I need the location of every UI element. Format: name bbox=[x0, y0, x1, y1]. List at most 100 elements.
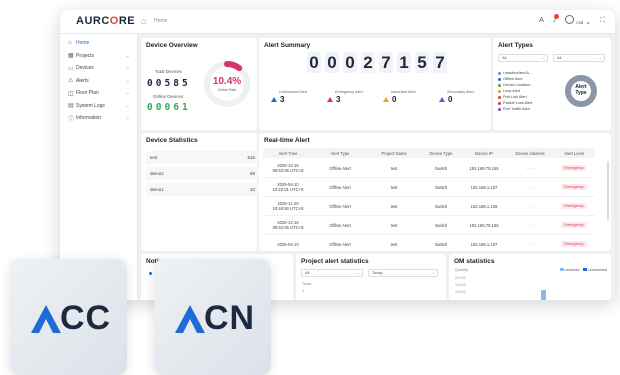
stat-row[interactable]: demo2 69 bbox=[146, 167, 259, 180]
column-header: Device IP bbox=[475, 150, 493, 156]
om-legend: resolved unresolved bbox=[560, 268, 607, 272]
online-devices-value: 00061 bbox=[147, 102, 188, 113]
status-badge: Emergency bbox=[561, 165, 587, 171]
alert-summary-label: Emergency Alert bbox=[335, 90, 363, 94]
alert-types-filter-2[interactable]: All ⌄ bbox=[553, 54, 605, 62]
project-axis-label: Times bbox=[302, 282, 312, 286]
digit: 7 bbox=[379, 52, 393, 73]
stat-row-name: demo2 bbox=[150, 171, 164, 176]
breadcrumb: Home bbox=[154, 18, 168, 24]
project-filter[interactable]: All ⌄ bbox=[301, 269, 363, 277]
stat-row-name: demo1 bbox=[150, 187, 164, 192]
legend-dot bbox=[498, 83, 501, 87]
table-row[interactable]: 2025-11-20 10:46:58 UTC+8 Offline Alert tes… bbox=[263, 197, 595, 216]
period-filter[interactable]: Today ⌄ bbox=[368, 269, 438, 277]
digit: 0 bbox=[343, 52, 357, 73]
cell-device-ip: 192.168.79.155 bbox=[469, 222, 499, 228]
table-row[interactable]: 2025-12-16 09:52:05 UTC+8 Offline Alert tes… bbox=[263, 216, 595, 235]
cell-alert-level: Emergency bbox=[553, 222, 595, 228]
cell-project: test bbox=[390, 165, 398, 171]
acn-tile[interactable]: CN bbox=[154, 259, 271, 375]
info-icon: ⓘ bbox=[68, 116, 75, 123]
digit: 8 bbox=[173, 78, 179, 89]
sidebar-item-projects[interactable]: ▦ Projects ⌄ bbox=[60, 50, 137, 63]
cell-alert-time: 2025-04-10 bbox=[277, 241, 299, 247]
sidebar-item-system-logs[interactable]: ▤ System Logs ⌄ bbox=[60, 100, 137, 113]
cell-alert-level: Emergency bbox=[553, 241, 595, 247]
fullscreen-icon[interactable]: ⛶ bbox=[600, 17, 605, 25]
alert-summary-value: 0 bbox=[392, 95, 397, 104]
cell-alert-time: 2025-11-20 10:46:58 UTC+8 bbox=[272, 201, 304, 211]
stat-row[interactable]: test 516 bbox=[146, 151, 259, 164]
total-devices-value: 00585 bbox=[147, 78, 188, 89]
legend-item[interactable]: Port Traffic Alert bbox=[498, 106, 533, 112]
table-scrollbar[interactable] bbox=[607, 161, 609, 221]
home-icon[interactable]: ⌂ bbox=[141, 16, 146, 26]
chevron-down-icon: ⌄ bbox=[125, 90, 130, 97]
legend-dot bbox=[498, 95, 501, 99]
alert-summary-label: Important Alert bbox=[391, 90, 416, 94]
cell-project: test bbox=[390, 241, 398, 247]
alert-summary-title: Alert Summary bbox=[264, 42, 311, 49]
sidebar-item-label: Home bbox=[76, 40, 90, 47]
cell-alert-level: Emergency bbox=[553, 165, 595, 171]
alert-summary-label: Secondary Alert bbox=[447, 90, 474, 94]
chevron-down-icon: ⌄ bbox=[125, 115, 130, 122]
table-row[interactable]: 2025-12-16 09:52:05 UTC+8 Offline Alert tes… bbox=[263, 159, 595, 178]
sidebar-item-information[interactable]: ⓘ Information ⌄ bbox=[60, 112, 137, 125]
stat-row-name: test bbox=[150, 155, 158, 160]
project-alert-stats-title: Project alert statistics bbox=[301, 258, 369, 265]
alert-types-legend: Unauthorized A... Offline Alert Device Loc… bbox=[498, 70, 533, 112]
alert-summary-item[interactable]: Important Alert 0 bbox=[383, 90, 428, 104]
legend-dot bbox=[498, 71, 501, 75]
alert-types-title: Alert Types bbox=[498, 42, 533, 49]
om-statistics-card: OM statistics resolved unresolved Quanti… bbox=[449, 254, 611, 300]
acc-tile[interactable]: CC bbox=[10, 259, 127, 375]
table-row[interactable]: 2025-04-10 10:22:01 UTC+8 Offline Alert tes… bbox=[263, 178, 595, 197]
sidebar-item-home[interactable]: ⌂ Home bbox=[60, 37, 137, 50]
cell-device-address: - - - bbox=[526, 241, 534, 247]
sidebar-item-floor-plan[interactable]: ◫ Floor Plan ⌄ bbox=[60, 87, 137, 100]
home-icon: ⌂ bbox=[68, 40, 72, 47]
legend-label: Port Link Alert bbox=[503, 95, 527, 99]
sidebar-item-label: Information bbox=[76, 115, 102, 122]
alert-types-filter-1[interactable]: All ⌄ bbox=[498, 54, 548, 62]
digit: 2 bbox=[361, 52, 375, 73]
legend-resolved[interactable]: resolved bbox=[560, 268, 579, 272]
cell-device-type: Switch bbox=[434, 184, 448, 190]
alert-summary-item[interactable]: Secondary Alert 0 bbox=[439, 90, 484, 104]
triangle-icon bbox=[439, 97, 445, 102]
table-row[interactable]: 2025-04-10 Offline Alert test Switch 192.168… bbox=[263, 235, 595, 251]
triangle-icon bbox=[271, 97, 277, 102]
digit: 0 bbox=[325, 52, 339, 73]
device-icon: ▭ bbox=[68, 65, 74, 72]
status-badge: Emergency bbox=[561, 222, 587, 228]
chevron-down-icon: ⌄ bbox=[125, 65, 130, 72]
alert-summary-item[interactable]: Unreleased Alert 3 bbox=[271, 90, 316, 104]
language-icon[interactable]: A bbox=[539, 17, 544, 24]
user-menu[interactable]: csd ⌄ bbox=[565, 15, 591, 26]
stat-row[interactable]: demo1 10 bbox=[146, 183, 259, 196]
top-bar: AURCORE ⌂ Home A ♪ csd ⌄ ⛶ bbox=[60, 10, 615, 34]
digit: 6 bbox=[173, 102, 179, 113]
alert-summary-card: Alert Summary 00027157 Unreleased Alert 3… bbox=[259, 38, 491, 130]
bell-icon[interactable]: ♪ bbox=[553, 14, 560, 24]
device-statistics-card: Device Statistics test 516 demo2 69 demo1 10 bbox=[141, 133, 259, 251]
legend-unresolved[interactable]: unresolved bbox=[583, 268, 607, 272]
chevron-down-icon: ⌄ bbox=[585, 19, 592, 26]
column-header: Device Type bbox=[429, 150, 453, 156]
stat-row-value: 10 bbox=[249, 187, 255, 192]
brand-logo[interactable]: AURCORE bbox=[76, 15, 135, 27]
alert-total-counter: 00027157 bbox=[307, 52, 447, 73]
sidebar-item-alerts[interactable]: ⚠ Alerts ⌄ bbox=[60, 75, 137, 88]
device-overview-title: Device Overview bbox=[146, 42, 198, 49]
digit: 1 bbox=[181, 102, 188, 113]
stat-row-value: 69 bbox=[249, 171, 255, 176]
digit: 5 bbox=[181, 78, 188, 89]
floorplan-icon: ◫ bbox=[68, 90, 74, 97]
alert-summary-item[interactable]: Emergency Alert 3 bbox=[327, 90, 372, 104]
sidebar-item-label: Floor Plan bbox=[76, 90, 99, 97]
sidebar-item-devices[interactable]: ▭ Devices ⌄ bbox=[60, 62, 137, 75]
logs-icon: ▤ bbox=[68, 103, 74, 110]
axis-tick: 10,000 bbox=[455, 290, 466, 294]
